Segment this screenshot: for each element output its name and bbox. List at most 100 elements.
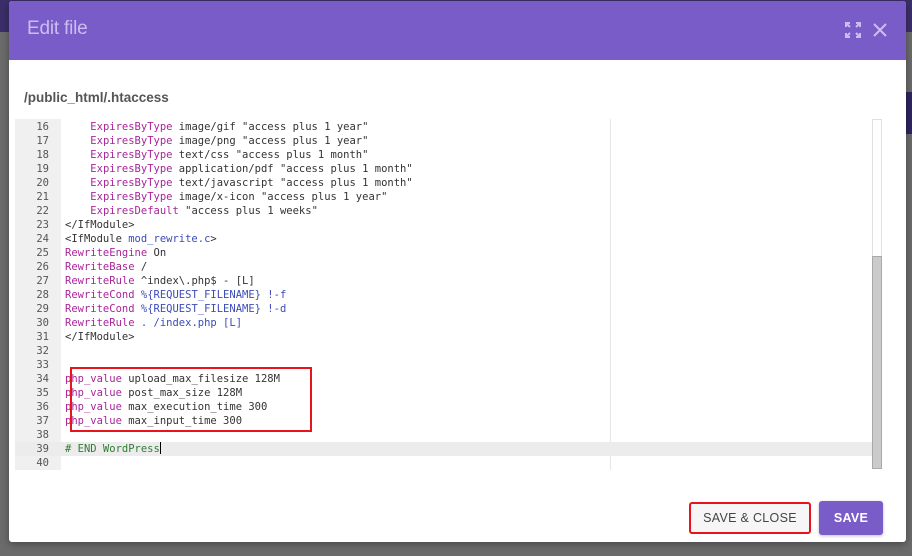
code-token: post_max_size 128M [121,387,243,399]
code-line[interactable]: 28 RewriteCond %{REQUEST_FILENAME} !-f [15,288,872,302]
code-token: image/png "access plus 1 year" [172,135,369,147]
code-line[interactable]: 36 php_value max_execution_time 300 [15,400,872,414]
code-token: ExpiresByType [90,163,173,175]
code-token: max_execution_time 300 [121,401,268,413]
code-line[interactable]: 34 php_value upload_max_filesize 128M [15,372,872,386]
line-number: 18 [36,149,49,161]
code-token: ExpiresByType [90,135,173,147]
code-token: ^index\.php$ - [L] [134,275,255,287]
code-line[interactable]: 20 ExpiresByType text/javascript "access… [15,176,872,190]
line-number: 19 [36,163,49,175]
code-line[interactable]: 40 [15,456,872,470]
code-line[interactable]: 35 php_value post_max_size 128M [15,386,872,400]
code-token: ExpiresDefault [90,205,179,217]
code-token: # END WordPress [65,443,160,455]
code-token: text/css "access plus 1 month" [172,149,369,161]
code-line[interactable]: 30 RewriteRule . /index.php [L] [15,316,872,330]
code-line[interactable]: 39 # END WordPress [15,442,872,456]
code-token: ExpiresByType [90,149,173,161]
code-token: On [147,247,167,259]
line-number: 33 [36,359,49,371]
line-number: 24 [36,233,49,245]
code-line[interactable]: 29 RewriteCond %{REQUEST_FILENAME} !-d [15,302,872,316]
code-line[interactable]: 23 </IfModule> [15,218,872,232]
code-token: <IfModule [65,233,129,245]
code-token: %{REQUEST_FILENAME} !-f [134,289,287,301]
code-line[interactable]: 31 </IfModule> [15,330,872,344]
code-line[interactable]: 19 ExpiresByType application/pdf "access… [15,162,872,176]
line-number: 26 [36,261,49,273]
line-number: 27 [36,275,49,287]
code-token: ExpiresByType [90,191,173,203]
line-number: 37 [36,415,49,427]
dialog-header: Edit file [9,1,906,60]
code-line[interactable]: 38 [15,428,872,442]
line-number: 20 [36,177,49,189]
scrollbar-thumb[interactable] [872,256,882,469]
code-token: image/x-icon "access plus 1 year" [172,191,388,203]
code-line[interactable]: 27 RewriteRule ^index\.php$ - [L] [15,274,872,288]
code-token: > [210,233,217,245]
line-number: 36 [36,401,49,413]
code-line[interactable]: 18 ExpiresByType text/css "access plus 1… [15,148,872,162]
code-line[interactable]: 22 ExpiresDefault "access plus 1 weeks" [15,204,872,218]
code-editor[interactable]: 16 ExpiresByType image/gif "access plus … [15,119,883,470]
code-token: max_input_time 300 [121,415,243,427]
code-token: image/gif "access plus 1 year" [172,121,369,133]
code-token: RewriteRule [65,317,135,329]
code-token: RewriteEngine [65,247,148,259]
editor-scrollbar[interactable] [872,119,882,469]
code-line[interactable]: 37 php_value max_input_time 300 [15,414,872,428]
code-line[interactable]: 24 <IfModule mod_rewrite.c> [15,232,872,246]
line-number: 34 [36,373,49,385]
file-path: /public_html/.htaccess [24,90,169,105]
code-token: upload_max_filesize 128M [121,373,280,385]
line-number: 30 [36,317,49,329]
code-token: . /index.php [L] [134,317,243,329]
code-token: RewriteRule [65,275,135,287]
code-token: application/pdf "access plus 1 month" [172,163,413,175]
line-number: 23 [36,219,49,231]
line-number: 22 [36,205,49,217]
code-token: </IfModule> [65,219,135,231]
code-lines[interactable]: 16 ExpiresByType image/gif "access plus … [15,120,872,470]
code-line[interactable]: 16 ExpiresByType image/gif "access plus … [15,120,872,134]
code-token: RewriteCond [65,289,135,301]
code-line[interactable]: 26 RewriteBase / [15,260,872,274]
line-number: 28 [36,289,49,301]
line-number: 39 [36,443,49,455]
code-token: php_value [65,401,122,413]
code-line[interactable]: 33 [15,358,872,372]
line-number: 17 [36,135,49,147]
code-line[interactable]: 32 [15,344,872,358]
code-token: ExpiresByType [90,121,173,133]
code-token: ExpiresByType [90,177,173,189]
line-number: 38 [36,429,49,441]
line-number: 35 [36,387,49,399]
close-icon[interactable] [871,21,889,39]
save-button[interactable]: SAVE [819,501,883,535]
save-and-close-button[interactable]: SAVE & CLOSE [689,502,811,534]
code-token: php_value [65,387,122,399]
code-token: mod_rewrite.c [128,233,211,245]
code-token: RewriteBase [65,261,135,273]
code-line[interactable]: 25 RewriteEngine On [15,246,872,260]
text-cursor [159,442,162,454]
line-number: 29 [36,303,49,315]
expand-icon[interactable] [844,21,862,39]
line-number: 16 [36,121,49,133]
code-line[interactable]: 17 ExpiresByType image/png "access plus … [15,134,872,148]
code-token: "access plus 1 weeks" [178,205,318,217]
code-token: RewriteCond [65,303,135,315]
code-token: php_value [65,373,122,385]
code-token: </IfModule> [65,331,135,343]
line-number: 21 [36,191,49,203]
line-number: 31 [36,331,49,343]
code-line[interactable]: 21 ExpiresByType image/x-icon "access pl… [15,190,872,204]
